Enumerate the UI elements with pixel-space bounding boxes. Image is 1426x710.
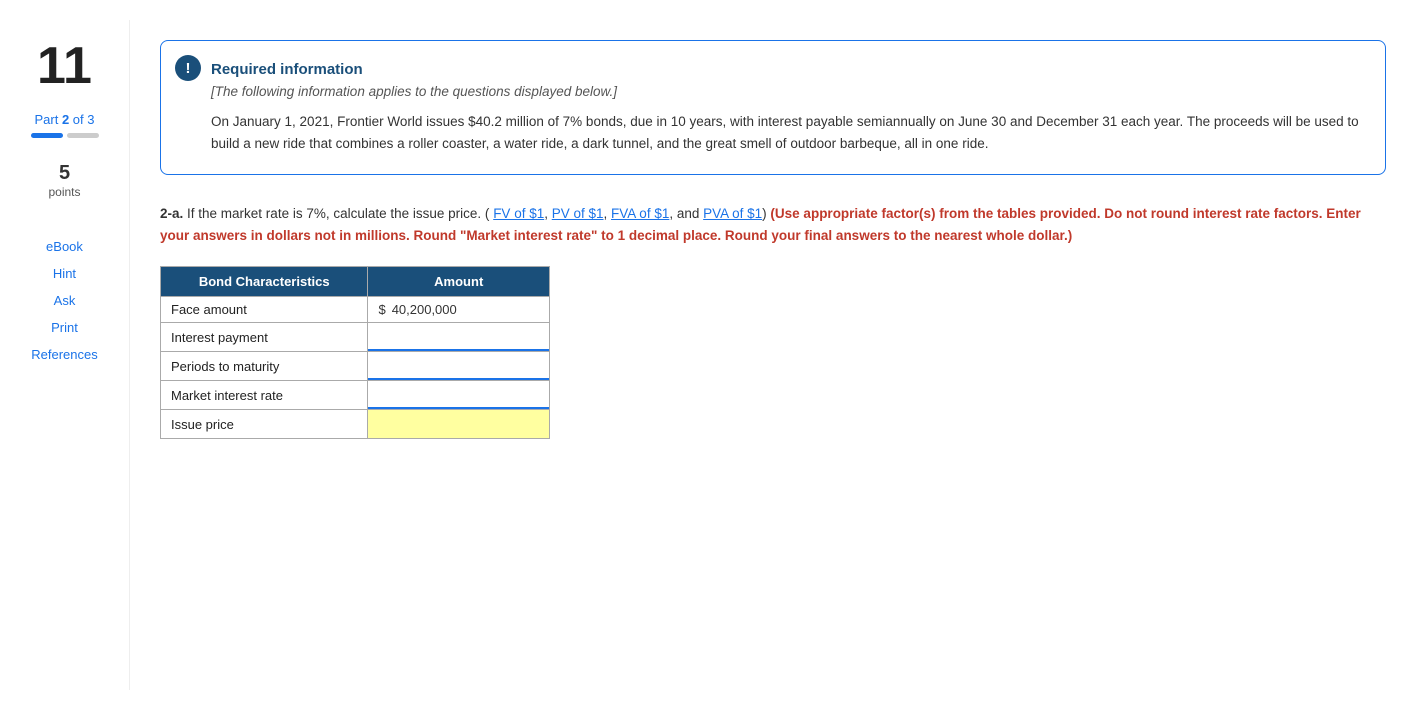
question-text-normal: If the market rate is 7%, calculate the …	[187, 206, 489, 221]
row-periods-value[interactable]	[368, 352, 550, 381]
part-bold: 2	[62, 112, 69, 127]
sidebar-link-references[interactable]: References	[31, 347, 97, 362]
row-face-amount-value: $ 40,200,000	[368, 297, 550, 323]
row-market-rate-label: Market interest rate	[161, 381, 368, 410]
table-row: Market interest rate	[161, 381, 550, 410]
table-row: Face amount $ 40,200,000	[161, 297, 550, 323]
info-icon: !	[175, 55, 201, 81]
info-box-title: Required information	[211, 61, 1361, 78]
info-box: ! Required information [The following in…	[160, 40, 1386, 175]
row-issue-price-label: Issue price	[161, 410, 368, 439]
row-periods-label: Periods to maturity	[161, 352, 368, 381]
row-market-rate-value[interactable]	[368, 381, 550, 410]
question-text: 2-a. If the market rate is 7%, calculate…	[160, 203, 1386, 246]
points-label: points	[48, 185, 80, 199]
info-box-subtitle: [The following information applies to th…	[211, 84, 1361, 99]
sidebar-link-ask[interactable]: Ask	[54, 293, 76, 308]
row-face-amount-label: Face amount	[161, 297, 368, 323]
question-number: 11	[37, 40, 92, 92]
sidebar-link-print[interactable]: Print	[51, 320, 78, 335]
row-issue-price-value[interactable]	[368, 410, 550, 439]
part-label: Part 2 of 3	[34, 112, 94, 127]
main-content: ! Required information [The following in…	[130, 20, 1426, 690]
periods-input[interactable]	[368, 352, 549, 380]
sidebar-link-hint[interactable]: Hint	[53, 266, 76, 281]
col2-header: Amount	[368, 267, 550, 297]
col1-header: Bond Characteristics	[161, 267, 368, 297]
info-box-body: On January 1, 2021, Frontier World issue…	[211, 111, 1361, 154]
row-interest-payment-value[interactable]	[368, 323, 550, 352]
points-value: 5	[59, 162, 70, 185]
interest-payment-input[interactable]	[368, 323, 549, 351]
issue-price-input[interactable]	[368, 410, 549, 438]
sidebar-links: eBook Hint Ask Print References	[31, 239, 97, 362]
link-fv[interactable]: FV of $1	[493, 206, 544, 221]
progress-segment-1	[31, 133, 63, 138]
link-fva[interactable]: FVA of $1	[611, 206, 669, 221]
question-prefix: 2-a.	[160, 206, 183, 221]
market-rate-input[interactable]	[368, 381, 549, 409]
progress-bar	[31, 133, 99, 138]
link-pva[interactable]: PVA of $1	[703, 206, 762, 221]
sidebar-link-ebook[interactable]: eBook	[46, 239, 83, 254]
part-total: 3	[87, 112, 94, 127]
table-row: Issue price	[161, 410, 550, 439]
row-interest-payment-label: Interest payment	[161, 323, 368, 352]
progress-segment-2	[67, 133, 99, 138]
table-row: Interest payment	[161, 323, 550, 352]
sidebar: 11 Part 2 of 3 5 points eBook Hint Ask P…	[0, 20, 130, 690]
bond-table: Bond Characteristics Amount Face amount …	[160, 266, 550, 439]
table-row: Periods to maturity	[161, 352, 550, 381]
link-pv[interactable]: PV of $1	[552, 206, 604, 221]
